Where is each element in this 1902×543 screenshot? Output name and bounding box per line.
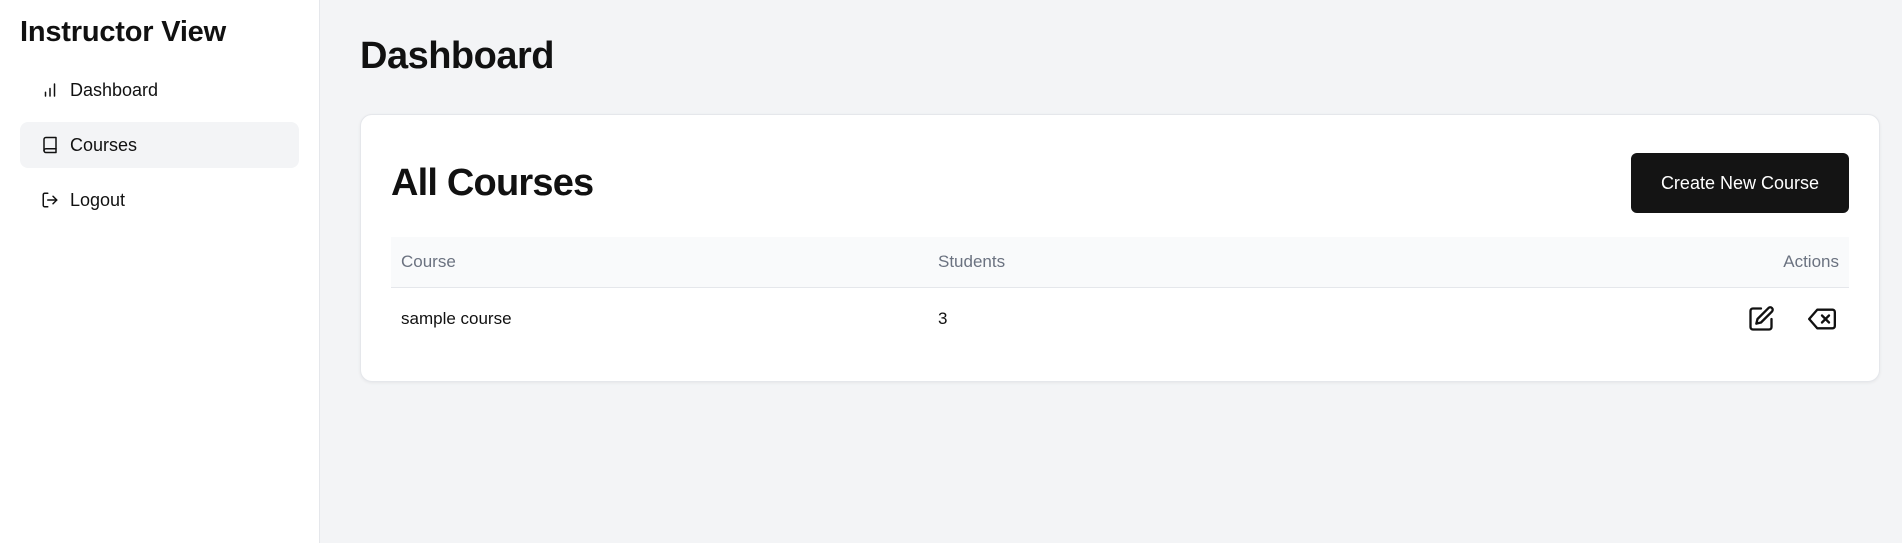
sidebar-item-dashboard[interactable]: Dashboard — [20, 67, 299, 113]
page-title: Dashboard — [360, 35, 554, 77]
sidebar-title: Instructor View — [20, 16, 226, 48]
sidebar-item-label: Courses — [70, 134, 138, 155]
bar-chart-icon — [40, 80, 60, 100]
card-header: All Courses Create New Course — [391, 152, 1849, 214]
column-header-students: Students — [938, 251, 1006, 271]
courses-table: Course Students Actions sample course 3 — [391, 237, 1849, 351]
course-name-cell: sample course — [401, 309, 512, 329]
table-header-row: Course Students Actions — [391, 237, 1849, 287]
courses-card: All Courses Create New Course Course Stu… — [360, 114, 1880, 382]
table-header: Course Students Actions — [391, 237, 1849, 287]
students-count-cell: 3 — [938, 309, 948, 329]
sidebar: Instructor View Dashboard Courses Logout — [0, 0, 320, 543]
sidebar-item-logout[interactable]: Logout — [20, 177, 299, 223]
book-icon — [40, 135, 60, 155]
edit-icon[interactable] — [1744, 302, 1778, 336]
table-row: sample course 3 — [391, 287, 1849, 351]
sidebar-item-courses[interactable]: Courses — [20, 122, 299, 168]
delete-icon[interactable] — [1805, 302, 1839, 336]
create-new-course-button[interactable]: Create New Course — [1630, 153, 1849, 213]
logout-icon — [40, 190, 60, 210]
actions-cell — [1669, 287, 1849, 351]
sidebar-item-label: Logout — [70, 189, 126, 210]
column-header-actions: Actions — [1783, 251, 1839, 271]
column-header-course: Course — [401, 251, 456, 271]
main-content: Dashboard All Courses Create New Course … — [320, 0, 1902, 543]
app-root: Instructor View Dashboard Courses Logout… — [0, 0, 1902, 543]
sidebar-item-label: Dashboard — [70, 79, 159, 100]
card-title: All Courses — [391, 161, 594, 204]
